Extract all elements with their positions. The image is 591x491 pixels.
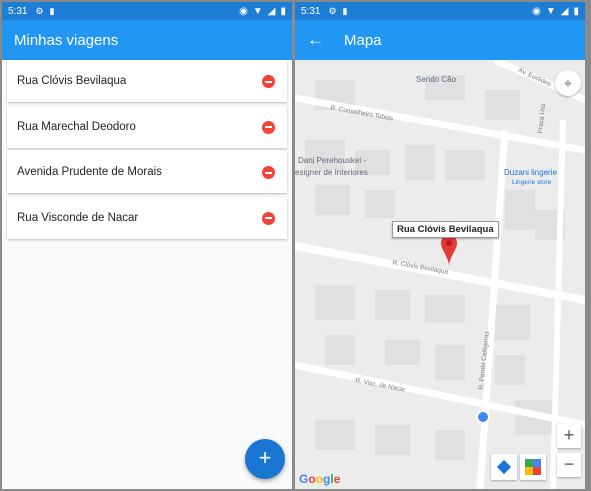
trip-item[interactable]: Rua Visconde de Nacar — [7, 196, 287, 239]
status-time: 5:31 — [301, 5, 321, 17]
back-arrow-icon[interactable]: ← — [307, 30, 324, 50]
remove-icon[interactable] — [262, 75, 275, 88]
signal-icon: ◢ — [560, 5, 569, 17]
page-title: Mapa — [344, 31, 382, 49]
trip-label: Avenida Prudente de Morais — [17, 166, 162, 178]
wifi-icon: ▼ — [252, 5, 263, 17]
zoom-out-button[interactable]: − — [557, 453, 581, 477]
settings-icon: ⚙ — [35, 5, 44, 16]
my-location-icon[interactable]: ⌖ — [555, 70, 581, 96]
trip-item[interactable]: Rua Marechal Deodoro — [7, 105, 287, 148]
location-icon: ◉ — [532, 5, 541, 17]
battery-icon: ▮ — [280, 5, 286, 17]
app-bar: ← Mapa — [295, 20, 585, 60]
map-screen: 5:31 ⚙ ▮ ◉ ▼ ◢ ▮ ← Mapa ⌖ Sendo Cão Dani… — [295, 2, 585, 489]
wifi-icon: ▼ — [545, 5, 556, 17]
page-title: Minhas viagens — [14, 31, 119, 49]
trip-item[interactable]: Avenida Prudente de Morais — [7, 151, 287, 193]
trips-screen: 5:31 ⚙ ▮ ◉ ▼ ◢ ▮ Minhas viagens Rua Clóv… — [2, 2, 292, 489]
poi-duzani-line2: Lingerie store — [512, 179, 552, 186]
sd-card-icon: ▮ — [49, 5, 55, 16]
status-bar: 5:31 ⚙ ▮ ◉ ▼ ◢ ▮ — [295, 2, 585, 20]
screenshot-frame: 5:31 ⚙ ▮ ◉ ▼ ◢ ▮ Minhas viagens Rua Clóv… — [0, 0, 591, 491]
location-icon: ◉ — [239, 5, 248, 17]
settings-icon: ⚙ — [328, 5, 337, 16]
status-bar: 5:31 ⚙ ▮ ◉ ▼ ◢ ▮ — [2, 2, 292, 20]
trip-list: Rua Clóvis Bevilaqua Rua Marechal Deodor… — [7, 60, 287, 242]
poi-dani-line2: esigner de Interiores — [295, 168, 368, 177]
map-view[interactable]: ⌖ Sendo Cão Dani Perehouskei - esigner d… — [295, 60, 585, 489]
poi-dani: Dani Perehouskei - — [298, 156, 367, 165]
remove-icon[interactable] — [262, 211, 275, 225]
directions-button[interactable] — [491, 454, 517, 480]
status-time: 5:31 — [8, 5, 28, 17]
zoom-in-button[interactable]: + — [557, 424, 581, 448]
app-bar: Minhas viagens — [2, 20, 292, 60]
trip-label: Rua Clóvis Bevilaqua — [17, 75, 127, 87]
marker-info-window[interactable]: Rua Clóvis Bevilaqua — [392, 221, 499, 238]
open-in-maps-button[interactable] — [520, 454, 546, 480]
signal-icon: ◢ — [267, 5, 276, 17]
trip-item[interactable]: Rua Clóvis Bevilaqua — [7, 60, 287, 102]
sd-card-icon: ▮ — [342, 5, 348, 16]
trip-label: Rua Visconde de Nacar — [17, 211, 139, 224]
remove-icon[interactable] — [262, 120, 275, 134]
remove-icon[interactable] — [262, 166, 275, 179]
poi-duzani: Duzani lingerie — [504, 168, 557, 177]
directions-icon — [496, 459, 512, 475]
poi-sendo-cao: Sendo Cão — [416, 75, 457, 84]
battery-icon: ▮ — [573, 5, 579, 17]
google-logo: Google — [299, 472, 341, 486]
google-maps-icon — [525, 459, 541, 475]
add-trip-button[interactable]: + — [245, 439, 285, 479]
trip-label: Rua Marechal Deodoro — [17, 120, 136, 133]
